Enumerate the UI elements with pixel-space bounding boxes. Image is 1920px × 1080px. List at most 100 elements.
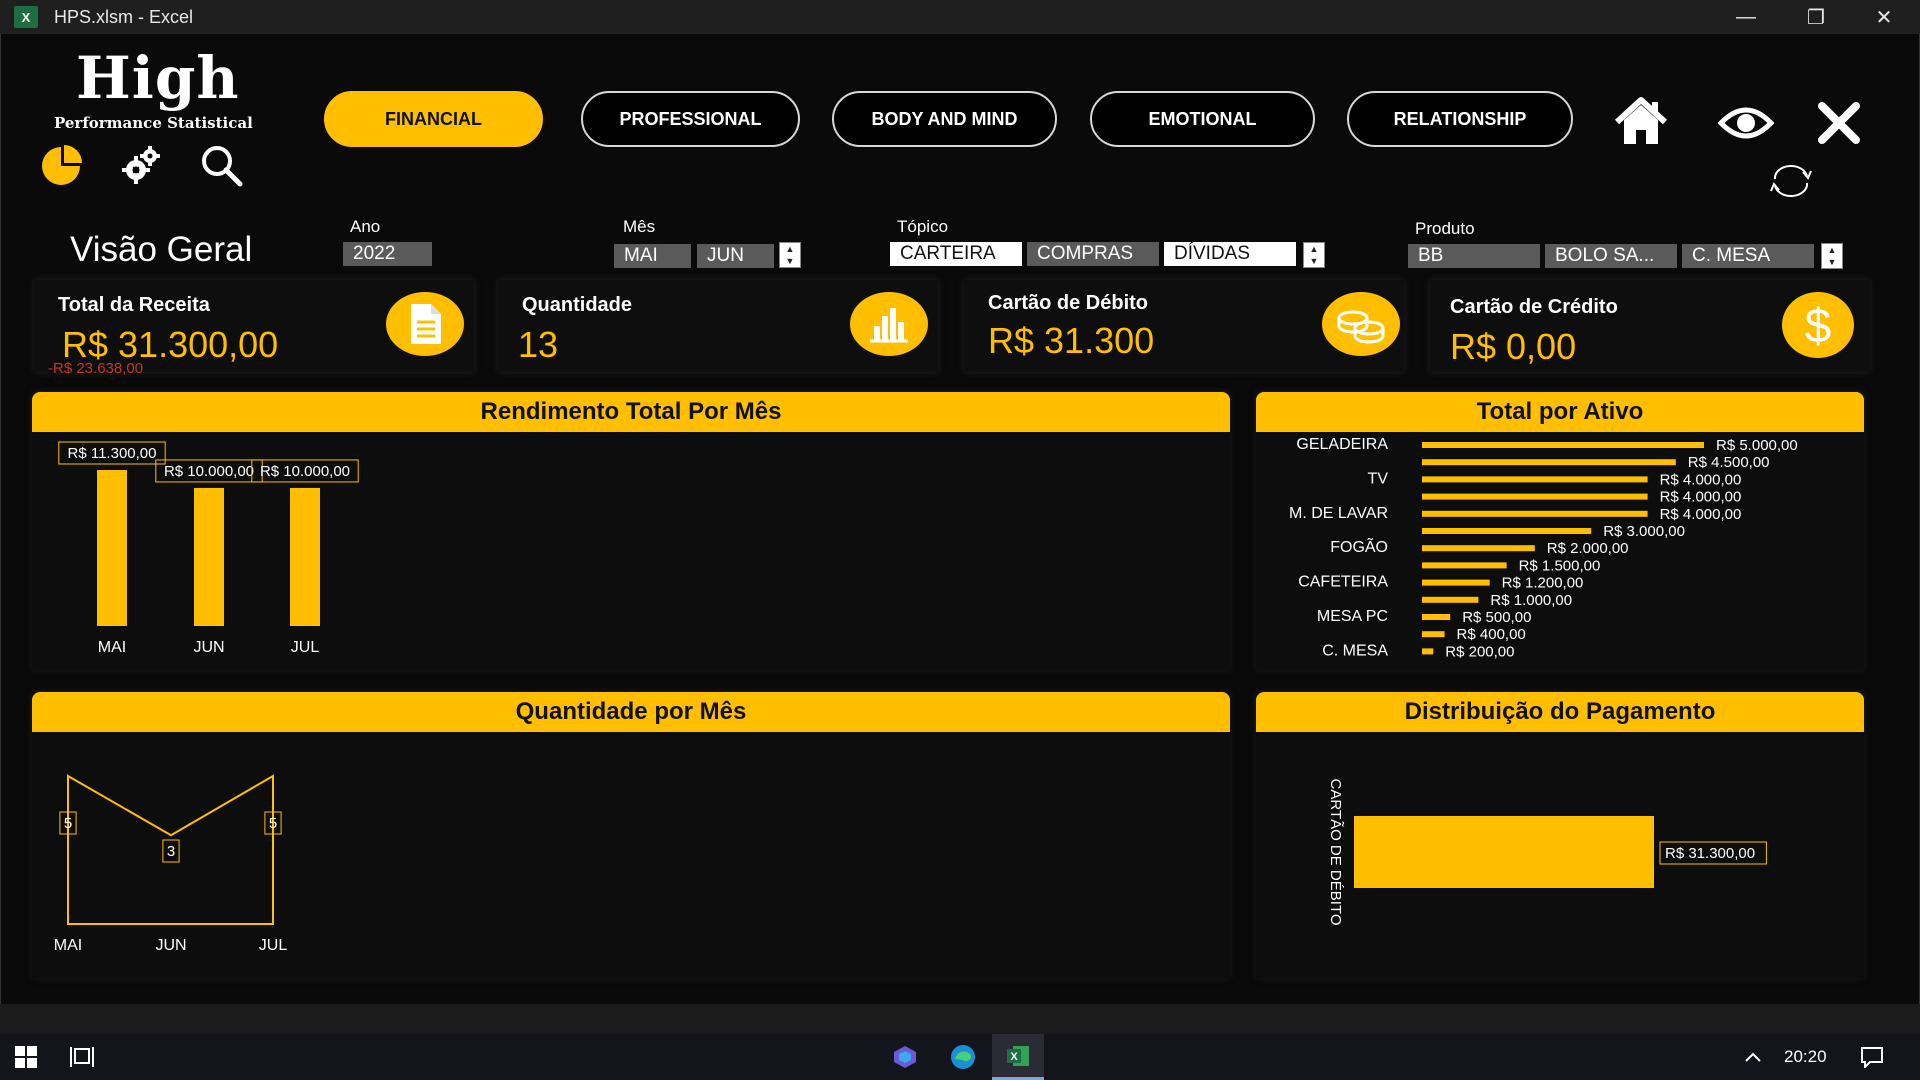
ativo-data-label: R$ 1.200,00 — [1502, 575, 1584, 592]
ativo-bar — [1422, 545, 1535, 552]
restore-button[interactable]: ❐ — [1786, 0, 1846, 34]
ano-chip-2022[interactable]: 2022 — [343, 242, 432, 266]
topico-chip-carteira[interactable]: CARTEIRA — [890, 242, 1022, 266]
topico-chip-compras[interactable]: COMPRAS — [1027, 242, 1159, 266]
mes-chip-mai[interactable]: MAI — [614, 244, 691, 268]
ativo-bar — [1422, 579, 1490, 586]
ativo-bar — [1422, 476, 1648, 483]
tab-body-and-mind[interactable]: BODY AND MIND — [832, 91, 1057, 147]
ativo-data-label: R$ 4.000,00 — [1660, 489, 1742, 506]
ativo-category-label: TV — [1368, 470, 1389, 487]
chart-title: Distribuição do Pagamento — [1256, 692, 1864, 732]
distribuicao-bar — [1354, 816, 1654, 888]
window-close-button[interactable]: ✕ — [1854, 0, 1914, 34]
mes-scroll-stepper[interactable]: ▲ ▼ — [779, 242, 801, 268]
kpi-label: Quantidade — [522, 294, 633, 316]
pie-chart-icon[interactable] — [38, 142, 84, 188]
kpi-cartao-credito: Cartão de Crédito R$ 0,00 $ — [1430, 280, 1870, 372]
ativo-category-label: C. MESA — [1322, 642, 1388, 659]
ativo-bar — [1422, 510, 1648, 517]
coins-icon — [1322, 292, 1400, 356]
kpi-label: Cartão de Débito — [988, 292, 1149, 314]
ativo-bar — [1422, 459, 1676, 466]
produto-label: Produto — [1415, 219, 1475, 238]
task-view-icon[interactable] — [58, 1034, 106, 1080]
rendimento-tick-label: JUN — [193, 639, 224, 656]
rendimento-tick-label: JUL — [291, 639, 320, 656]
rendimento-data-label: R$ 10.000,00 — [164, 463, 254, 480]
chart-title: Total por Ativo — [1256, 392, 1864, 432]
ativo-category-label: M. DE LAVAR — [1289, 505, 1388, 522]
kpi-cartao-debito: Cartão de Débito R$ 31.300 — [964, 280, 1404, 372]
search-icon[interactable] — [198, 142, 244, 188]
kpi-value: R$ 31.300 — [988, 320, 1155, 361]
document-icon — [386, 292, 464, 356]
close-icon[interactable] — [1814, 98, 1864, 148]
ativo-category-label: CAFETEIRA — [1298, 574, 1388, 591]
kpi-value: R$ 0,00 — [1450, 326, 1577, 367]
rendimento-bar — [290, 487, 320, 626]
produto-chip-c-mesa[interactable]: C. MESA — [1682, 244, 1814, 268]
windows-start-icon[interactable] — [0, 1034, 52, 1080]
kpi-variation: -R$ 23.638,00 — [48, 360, 144, 377]
ativo-data-label: R$ 5.000,00 — [1716, 437, 1798, 454]
tab-financial[interactable]: FINANCIAL — [324, 91, 543, 147]
svg-text:$: $ — [1805, 300, 1832, 350]
title-bar: X HPS.xlsm - Excel — ❐ ✕ — [0, 0, 1920, 34]
ativo-bar — [1422, 631, 1445, 638]
panel-quantidade: Quantidade por Mês 5 MAI 3 JUN 5 JUL — [32, 692, 1230, 978]
ativo-category-label: MESA PC — [1317, 608, 1388, 625]
ativo-data-label: R$ 4.000,00 — [1660, 506, 1742, 523]
excel-taskbar-icon[interactable]: X — [992, 1034, 1044, 1080]
panel-total-ativo: Total por Ativo R$ 5.000,00 GELADEIRA R$ 4… — [1256, 392, 1864, 670]
chevron-up-icon[interactable] — [1738, 1034, 1768, 1080]
mes-label: Mês — [623, 217, 656, 236]
produto-chip-bb[interactable]: BB — [1408, 244, 1540, 268]
home-icon[interactable] — [1612, 94, 1670, 148]
refresh-icon[interactable] — [1766, 162, 1816, 200]
rendimento-tick-label: MAI — [98, 639, 126, 656]
topico-scroll-stepper[interactable]: ▲ ▼ — [1303, 242, 1325, 268]
distribuicao-category-label: CARTÃO DE DÉBITO — [1327, 779, 1344, 926]
kpi-value: 13 — [518, 324, 559, 365]
kpi-label: Total da Receita — [58, 294, 210, 316]
rendimento-chart: R$ 11.300,00 MAI R$ 10.000,00 JUN R$ 10.000,… — [58, 441, 359, 656]
minimize-button[interactable]: — — [1716, 0, 1776, 34]
quantidade-tick-label: JUN — [155, 937, 186, 954]
ativo-bar — [1422, 493, 1648, 500]
ativo-data-label: R$ 1.000,00 — [1490, 592, 1572, 609]
copilot-icon[interactable] — [880, 1034, 930, 1080]
tab-emotional[interactable]: EMOTIONAL — [1090, 91, 1315, 147]
quantidade-data-label: 5 — [269, 815, 277, 832]
ativo-bar — [1422, 614, 1451, 620]
gear-icon[interactable] — [118, 142, 164, 188]
distribuicao-chart: R$ 31.300,00 CARTÃO DE DÉBITO — [1327, 779, 1767, 926]
page-title: Visão Geral — [70, 230, 253, 269]
eye-icon[interactable] — [1718, 100, 1774, 146]
chart-title: Rendimento Total Por Mês — [32, 392, 1230, 432]
ativo-data-label: R$ 400,00 — [1457, 626, 1526, 643]
chart-title: Quantidade por Mês — [32, 692, 1230, 732]
topico-chip-dividas[interactable]: DÍVIDAS — [1164, 242, 1296, 266]
tab-professional[interactable]: PROFESSIONAL — [581, 91, 800, 147]
ano-label: Ano — [350, 217, 381, 236]
produto-chip-bolo[interactable]: BOLO SA... — [1545, 244, 1677, 268]
ativo-data-label: R$ 200,00 — [1445, 643, 1514, 660]
distribuicao-data-label: R$ 31.300,00 — [1665, 845, 1755, 862]
ativo-category-label: FOGÃO — [1330, 536, 1388, 556]
edge-icon[interactable] — [938, 1034, 988, 1080]
rendimento-data-label: R$ 11.300,00 — [68, 445, 157, 462]
ativo-data-label: R$ 4.000,00 — [1660, 471, 1742, 488]
ativo-bar — [1422, 596, 1479, 603]
produto-scroll-stepper[interactable]: ▲ ▼ — [1821, 243, 1843, 269]
notification-icon[interactable] — [1852, 1034, 1892, 1080]
topico-label: Tópico — [897, 217, 949, 236]
mes-chip-jun[interactable]: JUN — [697, 244, 774, 268]
bar-chart-icon — [850, 292, 928, 356]
logo-subtitle: Performance Statistical — [54, 114, 253, 132]
tab-relationship[interactable]: RELATIONSHIP — [1347, 91, 1573, 147]
quantidade-chart: 5 MAI 3 JUN 5 JUL — [54, 774, 287, 954]
ativo-bar — [1422, 442, 1704, 448]
kpi-label: Cartão de Crédito — [1450, 296, 1618, 318]
rendimento-bar — [194, 487, 224, 626]
